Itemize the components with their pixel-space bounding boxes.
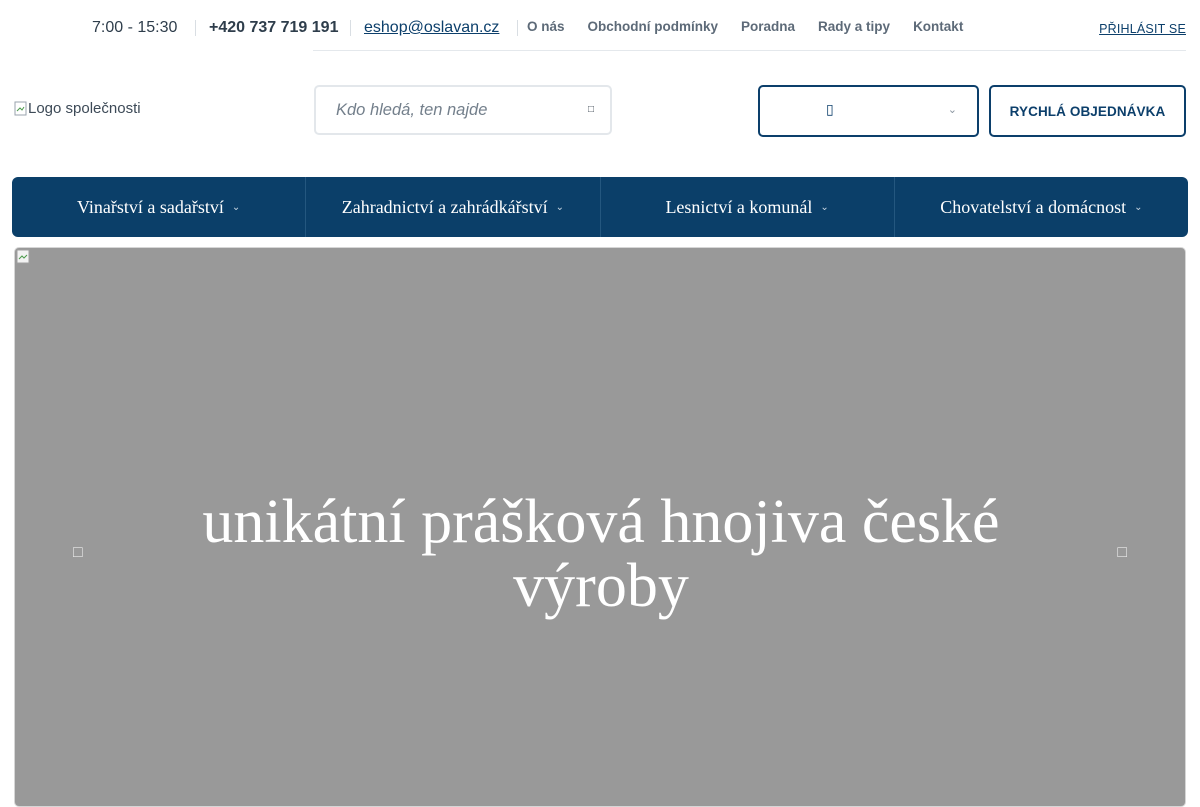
nav-item-zahradnictvi[interactable]: Zahradnictví a zahrádkářství ⌄ [306,177,601,237]
nav-item-label: Vinařství a sadařství [76,196,224,217]
email-link[interactable]: eshop@oslavan.cz [364,19,499,37]
login-link[interactable]: PŘIHLÁSIT SE [1099,22,1186,36]
quick-order-button[interactable]: RYCHLÁ OBJEDNÁVKA [989,85,1186,137]
divider [313,50,1186,51]
company-logo[interactable]: Logo společnosti [14,100,141,117]
search-input[interactable] [336,101,576,120]
divider [517,20,518,36]
chevron-down-icon: ⌄ [231,201,241,213]
chevron-down-icon: ⌄ [555,201,565,213]
opening-hours: 7:00 - 15:30 [92,19,178,36]
cart-icon: ▯ [826,101,834,117]
nav-item-label: Chovatelství a domácnost [940,196,1127,217]
chevron-left-icon[interactable]: □ [73,544,83,562]
phone-link[interactable]: +420 737 719 191 [209,19,338,37]
top-link-poradna[interactable]: Poradna [741,19,795,34]
cart-button[interactable]: ▯ ⌄ [758,85,979,137]
divider [195,20,196,36]
nav-item-chovatelstvi[interactable]: Chovatelství a domácnost ⌄ [895,177,1188,237]
search-icon[interactable]: □ [588,104,594,115]
top-link-obchodni-podminky[interactable]: Obchodní podmínky [588,19,719,34]
chevron-right-icon[interactable]: □ [1117,544,1127,562]
chevron-down-icon: ⌄ [820,201,829,213]
nav-item-lesnictvi[interactable]: Lesnictví a komunál ⌄ [601,177,895,237]
top-link-kontakt[interactable]: Kontakt [913,19,963,34]
nav-item-label: Zahradnictví a zahrádkářství [341,196,548,217]
chevron-down-icon: ⌄ [1134,201,1143,213]
broken-image-icon [16,249,30,264]
top-link-rady-a-tipy[interactable]: Rady a tipy [818,19,890,34]
hero-slider: unikátní prášková hnojiva české výroby □… [14,247,1186,807]
logo-alt-text: Logo společnosti [28,100,141,117]
nav-item-vinarstvi[interactable]: Vinařství a sadařství ⌄ [12,177,307,237]
top-link-o-nas[interactable]: O nás [527,19,565,34]
main-nav: Vinařství a sadařství ⌄ Zahradnictví a z… [12,177,1188,237]
hero-title: unikátní prášková hnojiva české výroby [202,488,1000,620]
divider [350,20,351,36]
broken-image-icon [14,101,27,115]
top-bar: 7:00 - 15:30 +420 737 719 191 eshop@osla… [0,0,1200,56]
chevron-down-icon: ⌄ [947,104,957,116]
top-links: O nás Obchodní podmínky Poradna Rady a t… [527,19,986,34]
nav-item-label: Lesnictví a komunál [665,196,813,217]
search-box[interactable]: □ [314,85,612,135]
